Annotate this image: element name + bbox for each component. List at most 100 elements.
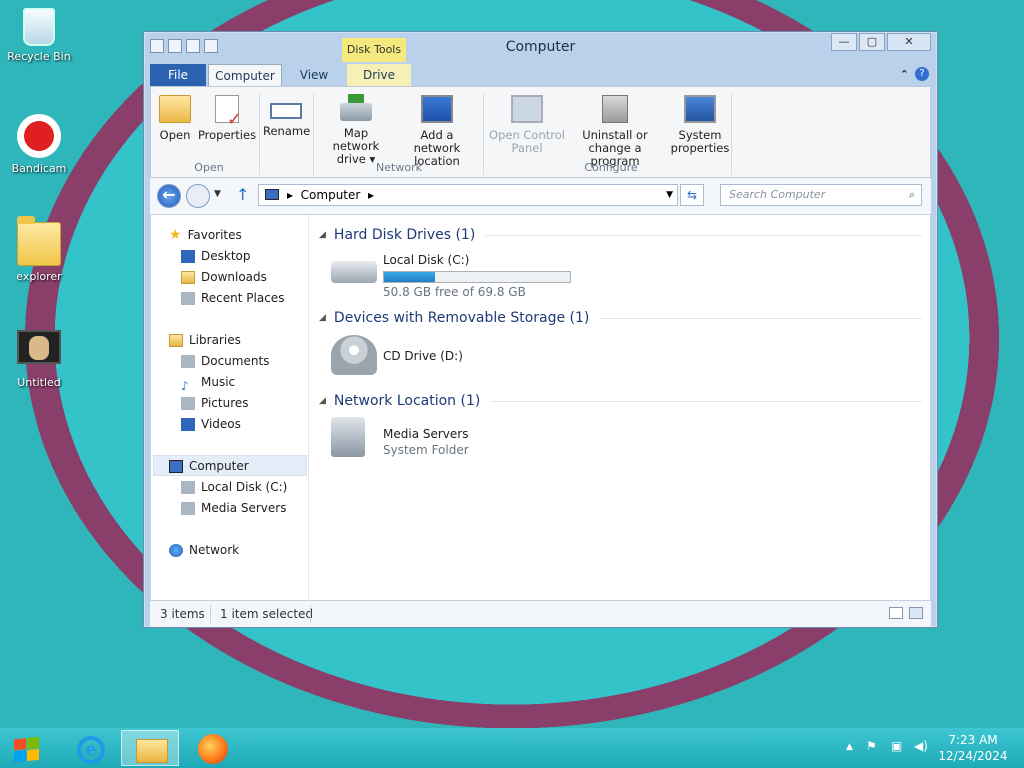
- large-icons-view-icon[interactable]: [909, 607, 923, 619]
- network-location-icon: [421, 95, 453, 123]
- network-item-media-servers[interactable]: Media Servers System Folder: [331, 417, 491, 465]
- clock[interactable]: 7:23 AM 12/24/2024: [936, 732, 1010, 764]
- minimize-button[interactable]: —: [831, 33, 857, 51]
- taskbar-file-explorer[interactable]: [121, 730, 179, 766]
- desktop-icon-untitled[interactable]: Untitled: [0, 330, 79, 389]
- libraries-icon: [169, 333, 183, 347]
- navigation-pane[interactable]: ★ Favorites Desktop Downloads Recent Plac…: [151, 215, 309, 600]
- clock-date: 12/24/2024: [938, 749, 1008, 763]
- desktop-icon-explorer[interactable]: explorer: [0, 216, 79, 283]
- breadcrumb-separator-icon[interactable]: ▸: [287, 188, 293, 202]
- collapse-triangle-icon[interactable]: ◢: [319, 396, 326, 406]
- nav-network[interactable]: Network: [169, 540, 239, 560]
- nav-media-servers[interactable]: Media Servers: [181, 498, 286, 518]
- drive-item-cd-drive[interactable]: CD Drive (D:): [331, 335, 491, 379]
- nav-label: Favorites: [187, 228, 242, 242]
- rename-button[interactable]: Rename: [263, 95, 310, 138]
- start-button[interactable]: [0, 730, 58, 766]
- nav-computer[interactable]: Computer: [169, 456, 249, 476]
- group-header-network-location[interactable]: ◢ Network Location (1): [319, 391, 922, 411]
- tab-drive[interactable]: Drive: [347, 64, 411, 86]
- action-center-flag-icon[interactable]: ⚑: [866, 739, 877, 753]
- forward-button[interactable]: [186, 184, 210, 208]
- taskbar: e ▲ ⚑ ▣ ◀) 7:23 AM 12/24/2024: [0, 728, 1024, 768]
- open-button[interactable]: Open: [157, 95, 193, 142]
- nav-recent-places[interactable]: Recent Places: [181, 288, 284, 308]
- map-network-drive-button[interactable]: Map network drive ▾: [319, 94, 393, 166]
- refresh-button[interactable]: ⇆: [680, 184, 704, 206]
- group-header-removable-storage[interactable]: ◢ Devices with Removable Storage (1): [319, 308, 922, 328]
- nav-downloads[interactable]: Downloads: [181, 267, 267, 287]
- drive-item-local-disk[interactable]: Local Disk (C:) 50.8 GB free of 69.8 GB: [331, 249, 591, 299]
- media-server-icon: [331, 417, 365, 457]
- tab-view[interactable]: View: [290, 64, 338, 86]
- chevron-down-icon[interactable]: ▼: [666, 185, 673, 205]
- minimize-ribbon-icon[interactable]: ⌃: [900, 68, 909, 81]
- nav-label: Computer: [189, 459, 249, 473]
- uninstall-program-button[interactable]: Uninstall or change a program: [565, 95, 665, 168]
- recycle-bin-icon: [23, 8, 55, 46]
- nav-local-disk[interactable]: Local Disk (C:): [181, 477, 287, 497]
- nav-favorites[interactable]: ★ Favorites: [169, 225, 242, 245]
- nav-documents[interactable]: Documents: [181, 351, 269, 371]
- details-view-icon[interactable]: [889, 607, 903, 619]
- system-properties-button[interactable]: System properties: [665, 95, 735, 155]
- recent-locations-icon[interactable]: ▼: [214, 189, 221, 199]
- taskbar-internet-explorer[interactable]: e: [60, 730, 118, 766]
- drive-name: CD Drive (D:): [383, 349, 463, 363]
- drive-free-space: 50.8 GB free of 69.8 GB: [383, 285, 526, 299]
- desktop-icon-recycle-bin[interactable]: Recycle Bin: [0, 8, 79, 63]
- properties-button[interactable]: Properties: [197, 95, 257, 142]
- window-title: Computer: [505, 39, 576, 55]
- maximize-button[interactable]: ▢: [859, 33, 885, 51]
- desktop-icon-label: Recycle Bin: [7, 50, 71, 63]
- add-network-location-button[interactable]: Add a network location: [397, 95, 477, 168]
- ribbon: Open Properties Rename Open Map network …: [150, 86, 931, 178]
- open-control-panel-label-2: Panel: [511, 141, 543, 155]
- add-network-location-label: Add a network: [413, 128, 461, 155]
- breadcrumb-computer[interactable]: Computer: [301, 188, 361, 202]
- search-icon[interactable]: ⌕: [909, 185, 915, 205]
- nav-label: Media Servers: [201, 501, 287, 515]
- back-button[interactable]: ←: [157, 184, 181, 208]
- drive-name: Local Disk (C:): [383, 253, 470, 267]
- nav-label: Recent Places: [201, 291, 285, 305]
- tab-computer[interactable]: Computer: [208, 64, 282, 86]
- explorer-window: Disk Tools Computer — ▢ ✕ File Computer …: [143, 31, 938, 628]
- breadcrumb-separator-icon[interactable]: ▸: [368, 188, 374, 202]
- computer-icon: [169, 459, 183, 473]
- open-control-panel-button[interactable]: Open Control Panel: [489, 95, 565, 155]
- volume-icon[interactable]: ◀): [914, 739, 928, 753]
- nav-pictures[interactable]: Pictures: [181, 393, 249, 413]
- taskbar-firefox[interactable]: [183, 730, 241, 766]
- nav-desktop[interactable]: Desktop: [181, 246, 251, 266]
- search-input[interactable]: Search Computer ⌕: [720, 184, 922, 206]
- network-status-icon[interactable]: ▣: [891, 739, 902, 753]
- folder-icon: [17, 216, 61, 266]
- title-bar[interactable]: Disk Tools Computer — ▢ ✕: [144, 32, 937, 62]
- network-drive-icon: [340, 94, 372, 121]
- up-arrow-icon[interactable]: ↑: [236, 185, 249, 204]
- item-name: Media Servers: [383, 427, 469, 441]
- tab-file[interactable]: File: [150, 64, 206, 86]
- desktop-icon-label: explorer: [16, 270, 62, 283]
- close-button[interactable]: ✕: [887, 33, 931, 51]
- desktop-icon-bandicam[interactable]: Bandicam: [0, 114, 79, 175]
- nav-libraries[interactable]: Libraries: [169, 330, 241, 350]
- nav-label: Pictures: [201, 396, 249, 410]
- collapse-triangle-icon[interactable]: ◢: [319, 313, 326, 323]
- address-box[interactable]: ▸ Computer ▸ ▼: [258, 184, 678, 206]
- collapse-triangle-icon[interactable]: ◢: [319, 230, 326, 240]
- show-hidden-icons-icon[interactable]: ▲: [846, 742, 853, 752]
- nav-videos[interactable]: Videos: [181, 414, 241, 434]
- downloads-icon: [181, 270, 195, 284]
- nav-label: Downloads: [201, 270, 267, 284]
- nav-label: Desktop: [201, 249, 251, 263]
- content-pane: ◢ Hard Disk Drives (1) Local Disk (C:) 50…: [311, 215, 930, 600]
- group-header-hard-disk-drives[interactable]: ◢ Hard Disk Drives (1): [319, 225, 922, 245]
- help-icon[interactable]: ?: [915, 67, 929, 81]
- disk-usage-bar: [383, 271, 571, 283]
- nav-label: Libraries: [189, 333, 241, 347]
- star-icon: ★: [169, 227, 182, 243]
- nav-music[interactable]: ♪ Music: [181, 372, 235, 393]
